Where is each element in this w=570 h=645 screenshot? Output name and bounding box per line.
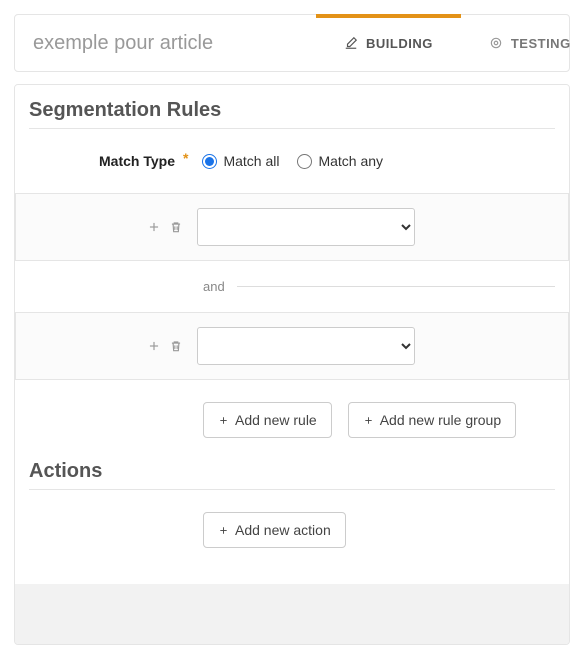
add-rule-button[interactable]: Add new rule [203, 402, 332, 438]
edit-icon [344, 36, 358, 50]
trash-icon[interactable] [167, 218, 185, 236]
rule-buttons-row: Add new rule Add new rule group [29, 380, 555, 460]
trash-icon[interactable] [167, 337, 185, 355]
add-action-button[interactable]: Add new action [203, 512, 346, 548]
button-label: Add new action [235, 522, 331, 538]
plus-icon [218, 525, 229, 536]
match-type-radio-group: Match all Match any [202, 153, 383, 169]
actions-title: Actions [29, 460, 555, 490]
segmentation-title: Segmentation Rules [29, 99, 555, 129]
header-bar: BUILDING TESTING [14, 14, 570, 72]
radio-label: Match any [318, 153, 383, 169]
rule-field-select[interactable] [197, 208, 415, 246]
rule-row [15, 193, 569, 261]
button-label: Add new rule [235, 412, 317, 428]
match-type-label: Match Type [99, 153, 175, 169]
add-rule-group-button[interactable]: Add new rule group [348, 402, 516, 438]
add-icon[interactable] [145, 337, 163, 355]
rule-row [15, 312, 569, 380]
add-icon[interactable] [145, 218, 163, 236]
connector-label: and [203, 279, 225, 294]
radio-label: Match all [223, 153, 279, 169]
action-buttons-row: Add new action [29, 490, 555, 570]
plus-icon [218, 415, 229, 426]
panel-footer [15, 584, 569, 644]
tab-label: TESTING [511, 36, 570, 51]
radio-match-any[interactable]: Match any [297, 153, 383, 169]
tab-label: BUILDING [366, 36, 433, 51]
plus-icon [363, 415, 374, 426]
required-marker: * [183, 150, 188, 166]
main-panel: Segmentation Rules Match Type * Match al… [14, 84, 570, 645]
tab-testing[interactable]: TESTING [461, 15, 570, 71]
match-type-row: Match Type * Match all Match any [29, 129, 555, 193]
button-label: Add new rule group [380, 412, 501, 428]
tab-building[interactable]: BUILDING [316, 15, 461, 71]
connector-line [237, 286, 555, 287]
rule-field-select[interactable] [197, 327, 415, 365]
radio-match-any-input[interactable] [297, 154, 312, 169]
radio-match-all-input[interactable] [202, 154, 217, 169]
rule-connector: and [203, 279, 555, 294]
radio-match-all[interactable]: Match all [202, 153, 279, 169]
target-icon [489, 36, 503, 50]
segment-title-input[interactable] [15, 15, 316, 71]
